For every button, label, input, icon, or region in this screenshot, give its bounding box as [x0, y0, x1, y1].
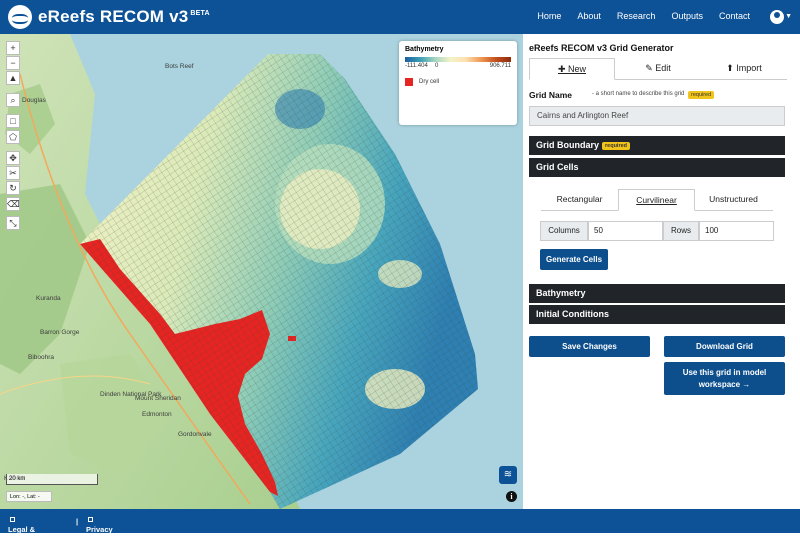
brand-title[interactable]: eReefs RECOM v3 BETA: [38, 7, 210, 27]
grid-generator-panel: eReefs RECOM v3 Grid Generator ✚ New ✎ E…: [523, 34, 800, 509]
legal-disclaimer-link[interactable]: Legal & Disclaimer: [8, 517, 46, 543]
map-place-label: Gordonvale: [178, 431, 212, 438]
zoom-in-button[interactable]: +: [6, 41, 20, 55]
chevron-down-icon[interactable]: ▼: [785, 13, 792, 20]
map-place-label: Biboohra: [28, 354, 54, 361]
required-badge-boundary: required: [602, 142, 631, 150]
measure-icon[interactable]: ⤡: [6, 216, 20, 230]
legend-dry-cell: Dry cell: [405, 78, 511, 86]
coordinate-readout: Lon: -, Lat: -: [6, 491, 52, 502]
section-initial-conditions[interactable]: Initial Conditions: [529, 305, 785, 324]
columns-input[interactable]: 50: [588, 221, 663, 241]
grid-name-hint: - a short name to describe this grid: [592, 91, 685, 97]
legend-max: 906.711: [489, 63, 511, 69]
compass-icon[interactable]: ▲: [6, 71, 20, 85]
tab-edit-label: Edit: [655, 63, 671, 73]
top-navbar: eReefs RECOM v3 BETA Home About Research …: [0, 0, 800, 34]
download-grid-button[interactable]: Download Grid: [664, 336, 785, 357]
info-icon[interactable]: i: [506, 491, 517, 502]
bathymetry-legend: Bathymetry -111.404 0 906.711 Dry cell: [399, 41, 517, 125]
columns-label: Columns: [540, 221, 588, 241]
tab-curvilinear[interactable]: Curvilinear: [618, 189, 695, 211]
nav-about[interactable]: About: [577, 11, 601, 21]
nav-home[interactable]: Home: [537, 11, 561, 21]
tab-new-label: New: [568, 64, 587, 74]
generate-cells-button[interactable]: Generate Cells: [540, 249, 608, 270]
footer: Legal & Disclaimer | Privacy Policy: [0, 509, 800, 543]
nav-outputs[interactable]: Outputs: [671, 11, 703, 21]
beta-badge: BETA: [190, 10, 210, 18]
tab-rectangular[interactable]: Rectangular: [541, 189, 618, 211]
plus-icon: ✚: [557, 64, 569, 74]
legend-min: -111.404: [405, 63, 428, 69]
privacy-policy-link[interactable]: Privacy Policy: [86, 517, 113, 543]
tab-unstructured[interactable]: Unstructured: [695, 189, 772, 211]
eraser-icon[interactable]: ⌫: [6, 197, 20, 211]
map-place-label: Bots Reef: [165, 63, 194, 70]
search-icon[interactable]: ⌕: [6, 93, 20, 107]
nav-research[interactable]: Research: [617, 11, 656, 21]
main-nav: Home About Research Outputs Contact: [521, 11, 750, 21]
draw-rectangle-icon[interactable]: □: [6, 114, 20, 128]
section-grid-cells[interactable]: Grid Cells: [529, 158, 785, 177]
upload-icon: ⬆: [726, 63, 737, 73]
map-place-label: Douglas: [22, 97, 47, 104]
tab-import[interactable]: ⬆ Import: [701, 58, 787, 80]
dry-cell-label: Dry cell: [419, 79, 440, 85]
map-place-label: Edmonton: [142, 411, 172, 418]
footer-divider: |: [76, 517, 79, 526]
layers-button[interactable]: ≋: [499, 466, 517, 484]
external-link-icon: [88, 517, 93, 522]
legend-zero: 0: [435, 63, 439, 69]
edit-icon: ✎: [645, 63, 656, 73]
zoom-out-button[interactable]: −: [6, 56, 20, 70]
section-grid-boundary[interactable]: Grid Boundary required: [529, 136, 785, 155]
grid-name-input[interactable]: Cairns and Arlington Reef: [529, 106, 785, 126]
section-grid-boundary-label: Grid Boundary: [536, 140, 600, 150]
use-grid-workspace-button[interactable]: Use this grid in model workspace →: [664, 362, 785, 395]
cut-icon[interactable]: ✂: [6, 166, 20, 180]
section-bathymetry[interactable]: Bathymetry: [529, 284, 785, 303]
map-place-label: Kuranda: [36, 295, 61, 302]
legal-disclaimer-label: Legal & Disclaimer: [8, 525, 46, 543]
map-place-label: Barron Gorge: [40, 329, 80, 336]
required-badge: required: [688, 91, 715, 99]
map-scale: 20 km: [6, 474, 98, 485]
privacy-policy-label: Privacy Policy: [86, 525, 113, 543]
move-icon[interactable]: ✥: [6, 151, 20, 165]
nav-contact[interactable]: Contact: [719, 11, 750, 21]
dry-cell-swatch: [405, 78, 413, 86]
tab-edit[interactable]: ✎ Edit: [615, 58, 701, 80]
user-account-icon[interactable]: [770, 10, 784, 24]
rows-label: Rows: [663, 221, 699, 241]
rotate-icon[interactable]: ↻: [6, 181, 20, 195]
tab-import-label: Import: [736, 63, 762, 73]
external-link-icon: [10, 517, 15, 522]
brand-text: eReefs RECOM v3: [38, 7, 189, 26]
draw-polygon-icon[interactable]: ⬠: [6, 130, 20, 144]
legend-ticks: -111.404 0 906.711: [405, 62, 511, 71]
rows-input[interactable]: 100: [699, 221, 774, 241]
tab-new[interactable]: ✚ New: [529, 58, 615, 80]
panel-tabs: ✚ New ✎ Edit ⬆ Import: [529, 58, 787, 80]
map-view[interactable]: Bots Reef Douglas Kuranda Barron Gorge Biboo…: [0, 34, 523, 509]
ereefs-logo-icon[interactable]: [8, 5, 32, 29]
legend-title: Bathymetry: [405, 46, 444, 53]
map-place-label: Mount Sheridan: [135, 395, 181, 402]
save-changes-button[interactable]: Save Changes: [529, 336, 650, 357]
grid-name-label: Grid Name: [529, 90, 572, 100]
cell-type-tabs: Rectangular Curvilinear Unstructured: [541, 189, 773, 211]
panel-title: eReefs RECOM v3 Grid Generator: [529, 43, 674, 53]
